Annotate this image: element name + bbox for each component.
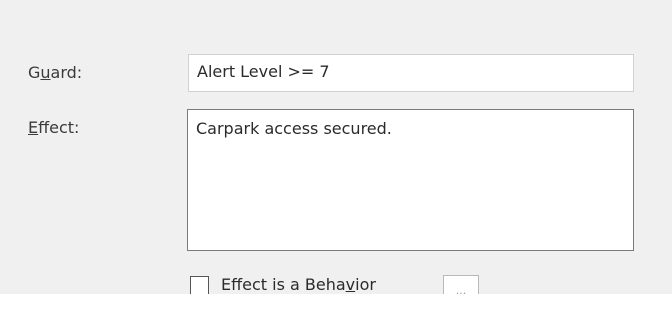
effect-textarea[interactable]: Carpark access secured. bbox=[187, 109, 634, 251]
behavior-label-prefix: Effect is a Beha bbox=[221, 275, 346, 294]
effect-is-behavior-checkbox[interactable] bbox=[190, 276, 209, 295]
guard-label: Guard: bbox=[28, 63, 82, 83]
bottom-edge bbox=[0, 294, 672, 310]
effect-label: Effect: bbox=[28, 118, 79, 138]
guard-label-mnemonic: u bbox=[40, 63, 51, 82]
behavior-label-mnemonic: v bbox=[345, 275, 356, 294]
behavior-label-suffix: ior bbox=[355, 275, 376, 294]
guard-label-prefix: G bbox=[28, 63, 41, 82]
guard-input[interactable]: Alert Level >= 7 bbox=[188, 54, 634, 92]
effect-label-mnemonic: E bbox=[28, 118, 39, 137]
effect-is-behavior-label[interactable]: Effect is a Behavior bbox=[221, 275, 376, 295]
guard-label-suffix: ard: bbox=[50, 63, 83, 82]
transition-properties-panel: Guard: Alert Level >= 7 Effect: Carpark … bbox=[0, 0, 672, 310]
effect-label-suffix: ffect: bbox=[38, 118, 80, 137]
